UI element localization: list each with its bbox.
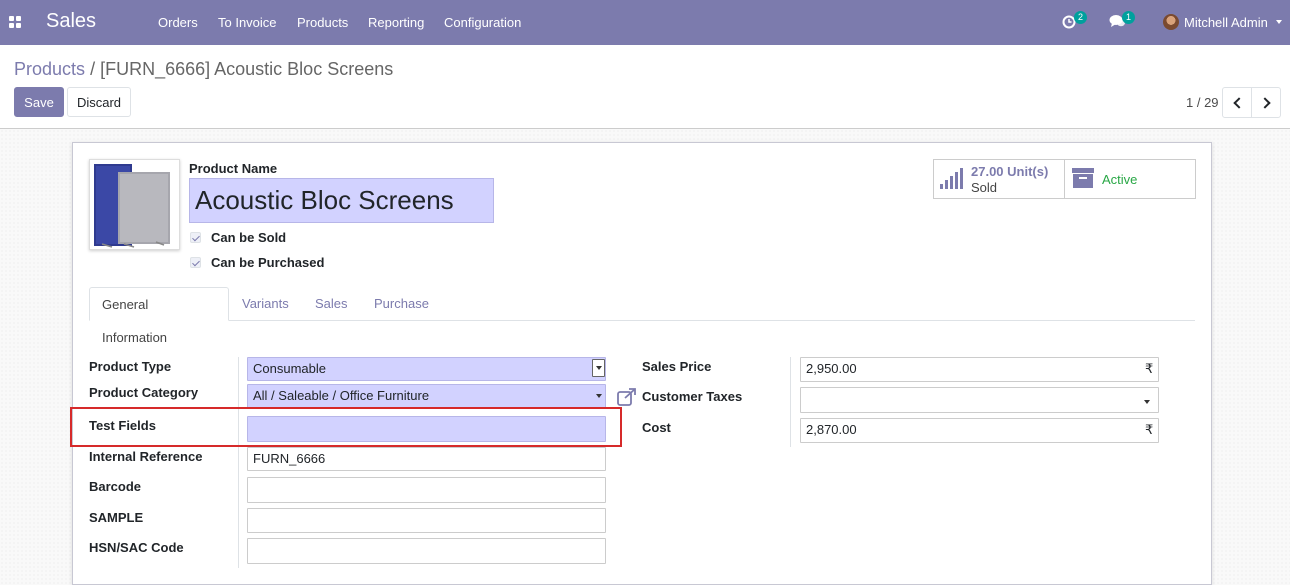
can-be-sold-checkbox[interactable] [190,232,201,243]
external-link-icon[interactable] [617,388,637,406]
can-be-purchased-checkbox[interactable] [190,257,201,268]
activity-count-badge: 2 [1074,11,1087,24]
message-count-badge: 1 [1122,11,1135,24]
internal-reference-label: Internal Reference [89,449,203,464]
chevron-right-icon [1259,97,1271,109]
barcode-input[interactable] [247,477,606,503]
archive-box-icon [1072,168,1094,188]
right-group-separator [790,357,791,447]
discard-button[interactable]: Discard [67,87,131,117]
pager-next-button[interactable] [1251,87,1281,118]
tab-general-information[interactable]: General Information [89,287,229,345]
pager-value[interactable]: 1 / 29 [1186,95,1219,110]
category-caret-down-icon[interactable] [596,394,602,398]
left-group-separator [238,357,239,568]
save-button[interactable]: Save [14,87,64,117]
top-navbar: Sales Orders To Invoice Products Reporti… [0,0,1290,45]
can-be-purchased-label[interactable]: Can be Purchased [211,255,324,270]
units-sold-value: 27.00 Unit(s) [971,164,1049,179]
menu-products[interactable]: Products [297,15,348,30]
breadcrumb: Products / [FURN_6666] Acoustic Bloc Scr… [14,59,393,80]
units-sold-label: Sold [971,180,998,195]
hsn-sac-code-input[interactable] [247,538,606,564]
cost-label: Cost [642,420,671,435]
breadcrumb-products-link[interactable]: Products [14,59,85,79]
product-name-label: Product Name [189,161,278,176]
cost-input[interactable]: 2,870.00 [800,418,1159,443]
sales-price-input[interactable]: 2,950.00 [800,357,1159,382]
sample-label: SAMPLE [89,510,144,525]
hsn-sac-code-label: HSN/SAC Code [89,540,184,555]
tab-purchase[interactable]: Purchase [361,287,442,321]
cost-currency: ₹ [1145,422,1154,437]
product-type-select[interactable]: Consumable [247,357,606,381]
pager-previous-button[interactable] [1222,87,1252,118]
user-name[interactable]: Mitchell Admin [1184,15,1268,30]
chevron-left-icon [1233,97,1245,109]
can-be-sold-label[interactable]: Can be Sold [211,230,286,245]
bar-signal-icon [940,168,963,189]
acoustic-screen-image [94,164,170,248]
customer-taxes-input[interactable] [800,387,1159,413]
product-category-label: Product Category [89,385,199,400]
menu-orders[interactable]: Orders [158,15,198,30]
product-category-input[interactable]: All / Saleable / Office Furniture [247,384,606,408]
active-label: Active [1102,172,1138,187]
sample-input[interactable] [247,508,606,533]
product-image[interactable] [89,159,180,250]
menu-to-invoice[interactable]: To Invoice [218,15,277,30]
internal-reference-input[interactable]: FURN_6666 [247,447,606,471]
tab-variants[interactable]: Variants [229,287,302,321]
user-avatar[interactable] [1163,14,1179,30]
product-type-label: Product Type [89,359,172,374]
breadcrumb-separator: / [90,59,96,79]
taxes-caret-down-icon[interactable] [1144,400,1150,404]
app-name[interactable]: Sales [46,10,96,33]
breadcrumb-current: [FURN_6666] Acoustic Bloc Screens [100,59,394,79]
product-name-input[interactable]: Acoustic Bloc Screens [189,178,494,223]
customer-taxes-label: Customer Taxes [642,389,743,404]
sales-price-label: Sales Price [642,359,712,374]
barcode-label: Barcode [89,479,142,494]
caret-down-icon [596,366,602,370]
product-type-dropdown-button[interactable] [592,359,605,377]
menu-reporting[interactable]: Reporting [368,15,424,30]
tab-sales[interactable]: Sales [302,287,361,321]
sales-price-currency: ₹ [1145,361,1154,376]
menu-configuration[interactable]: Configuration [444,15,521,30]
apps-menu-icon[interactable] [9,16,21,28]
highlight-annotation-box [70,407,622,447]
caret-down-icon[interactable] [1276,20,1282,24]
